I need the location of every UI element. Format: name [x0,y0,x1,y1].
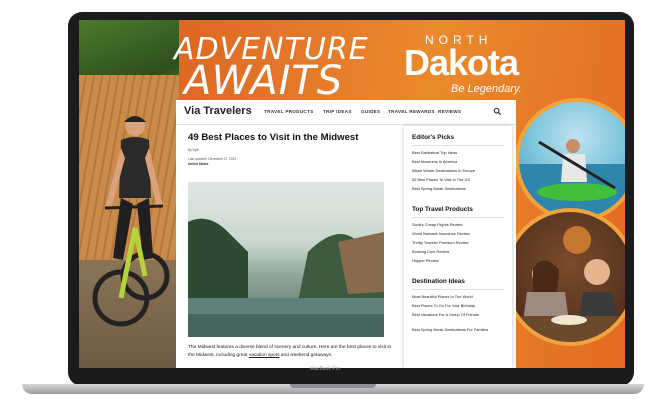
nav-travel-products[interactable]: TRAVEL PRODUCTS [264,109,314,114]
banner-headline-line2: AWAITS [184,58,344,104]
article: 49 Best Places to Visit in the Midwest B… [188,132,398,358]
sidebar-link[interactable]: Best Spring Break Destinations For Famil… [412,327,504,333]
article-excerpt: The Midwest features a diverse blend of … [188,344,394,360]
site-nav: Via Travelers TRAVEL PRODUCTS TRIP IDEAS… [176,100,516,125]
sidebar-link[interactable]: Best Spring Break Destinations [412,186,504,192]
kayaker-photo [515,98,625,222]
laptop-base [0,376,666,403]
article-hero-image [188,182,384,337]
sidebar-link[interactable]: Thrifty Traveler Premium Review [412,240,504,246]
nav-guides[interactable]: GUIDES [361,109,380,114]
sidebar-link[interactable]: World Nomads Insurance Review [412,231,504,237]
excerpt-link-vacation-spots[interactable]: vacation spots [249,353,280,358]
restaurant-photo [503,208,625,346]
sidebar-divider [412,289,504,290]
brand-tagline: Be Legendary. [451,83,522,95]
sidebar-link[interactable]: Booking.Com Review [412,249,504,255]
sidebar-link[interactable]: Best Museums In America [412,159,504,165]
nav-reviews[interactable]: REVIEWS [438,109,461,114]
article-location: United States [188,162,209,166]
nav-travel-rewards[interactable]: TRAVEL REWARDS [388,109,435,114]
sidebar-divider [412,217,504,218]
sidebar-link[interactable]: 50 Best Places To Visit In The US [412,177,504,183]
article-title: 49 Best Places to Visit in the Midwest [188,132,359,143]
excerpt-text-end: and weekend getaways. [279,353,333,358]
screen: ADVENTURE AWAITS NORTH Dakota Be Legenda… [79,20,625,368]
brand-logo-text: Dakota [404,42,519,83]
search-icon[interactable] [493,107,502,116]
sidebar-link[interactable]: Best Vacations For A Group Of Friends [412,312,504,318]
sidebar-link[interactable]: Warm Winter Destinations In Europe [412,168,504,174]
laptop-base-notch [290,384,376,388]
sidebar-link[interactable]: Best Places To Go For Your Birthday [412,303,504,309]
sidebar-heading-editors-picks: Editor's Picks [412,134,455,141]
sidebar: Editor's Picks Best Sabbatical Trip Idea… [404,126,512,368]
article-updated: Last updated: December 27, 2023 [188,157,237,161]
sidebar-heading-top-travel-products: Top Travel Products [412,206,473,213]
nav-trip-ideas[interactable]: TRIP IDEAS [323,109,352,114]
sidebar-link[interactable]: Hopper Review [412,258,504,264]
site-logo[interactable]: Via Travelers [184,105,252,117]
device-label: MacBook Pro [310,366,341,372]
article-byline: By Kyle [188,148,199,152]
sidebar-link[interactable]: Most Beautiful Places In The World [412,294,504,300]
sidebar-heading-destination-ideas: Destination Ideas [412,278,465,285]
sidebar-divider [412,145,504,146]
website-page: Via Travelers TRAVEL PRODUCTS TRIP IDEAS… [176,100,516,368]
sidebar-link[interactable]: Scott's Cheap Flights Review [412,222,504,228]
sidebar-link[interactable]: Best Sabbatical Trip Ideas [412,150,504,156]
mountain-biker-illustration [92,116,170,327]
